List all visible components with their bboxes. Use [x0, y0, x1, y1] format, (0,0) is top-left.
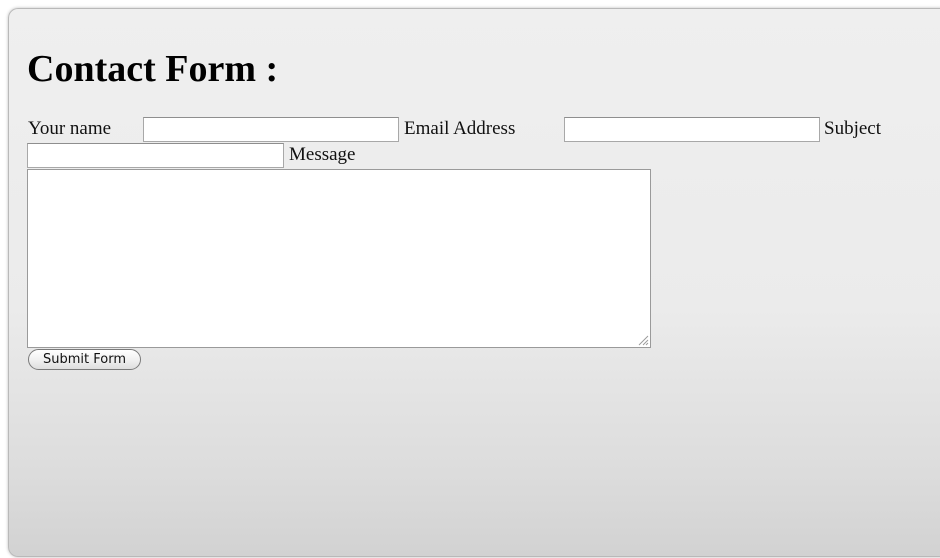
- name-field[interactable]: [143, 117, 399, 142]
- subject-label: Subject: [824, 118, 881, 139]
- submit-form-button[interactable]: Submit Form: [28, 349, 141, 370]
- subject-field[interactable]: [27, 143, 284, 168]
- message-textarea[interactable]: [27, 169, 651, 348]
- name-label: Your name: [28, 118, 112, 139]
- email-field[interactable]: [564, 117, 820, 142]
- contact-form-panel: Contact Form : Your name Email Address S…: [8, 8, 940, 557]
- page-title: Contact Form :: [27, 48, 279, 90]
- message-label: Message: [289, 144, 356, 165]
- resize-grip-icon[interactable]: [637, 334, 649, 346]
- email-label: Email Address: [404, 118, 516, 139]
